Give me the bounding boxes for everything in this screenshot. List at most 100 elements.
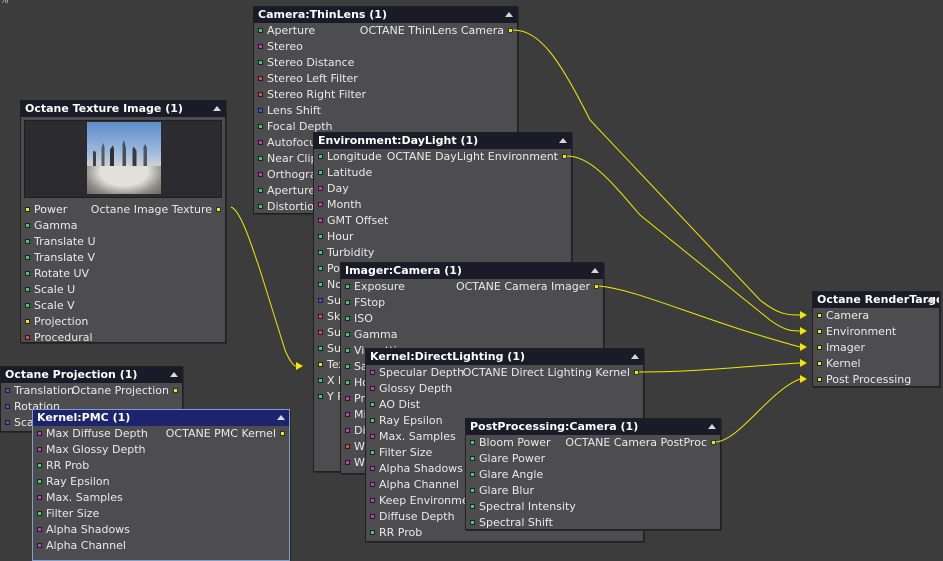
node-input-row[interactable]: Glare Power — [466, 451, 720, 467]
input-port-icon[interactable] — [318, 202, 323, 207]
node-input-row[interactable]: Imager — [813, 340, 939, 356]
input-port-icon[interactable] — [258, 108, 263, 113]
input-port-icon[interactable] — [817, 361, 822, 366]
node-input-row[interactable]: Stereo Right Filter — [254, 87, 517, 103]
node-input-row[interactable]: Environment — [813, 324, 939, 340]
input-port-icon[interactable] — [258, 172, 263, 177]
input-port-icon[interactable] — [25, 223, 30, 228]
input-port-icon[interactable] — [318, 170, 323, 175]
input-port-icon[interactable] — [318, 378, 323, 383]
input-port-icon[interactable] — [370, 434, 375, 439]
input-port-icon[interactable] — [817, 329, 822, 334]
node-title[interactable]: Kernel:PMC (1) — [33, 410, 289, 426]
input-port-icon[interactable] — [318, 282, 323, 287]
input-port-icon[interactable] — [258, 44, 263, 49]
node-input-row[interactable]: Stereo Left Filter — [254, 71, 517, 87]
input-port-icon[interactable] — [345, 348, 350, 353]
input-port-icon[interactable] — [370, 418, 375, 423]
node-input-row[interactable]: Projection — [21, 314, 225, 330]
input-port-icon[interactable] — [318, 154, 323, 159]
node-input-row[interactable]: GMT Offset — [314, 213, 571, 229]
node-input-row[interactable]: Glossy Depth — [366, 381, 643, 397]
input-port-icon[interactable] — [258, 204, 263, 209]
node-input-row[interactable]: Translate V — [21, 250, 225, 266]
input-port-icon[interactable] — [258, 140, 263, 145]
node-input-row[interactable]: Translation Octane Projection — [1, 383, 182, 399]
node-input-row[interactable]: Gamma — [341, 327, 603, 343]
node-input-row[interactable]: Spectral Intensity — [466, 499, 720, 515]
input-port-icon[interactable] — [37, 543, 42, 548]
input-port-icon[interactable] — [258, 124, 263, 129]
collapse-icon[interactable] — [559, 138, 567, 143]
node-title[interactable]: PostProcessing:Camera (1) — [466, 419, 720, 435]
output-port-icon[interactable] — [562, 154, 567, 159]
node-title[interactable]: Camera:ThinLens (1) — [254, 7, 517, 23]
input-port-icon[interactable] — [25, 319, 30, 324]
node-input-row[interactable]: Power Octane Image Texture — [21, 202, 225, 218]
input-port-icon[interactable] — [345, 332, 350, 337]
input-port-icon[interactable] — [318, 394, 323, 399]
node-title[interactable]: Octane Texture Image (1) — [21, 101, 225, 117]
input-port-icon[interactable] — [37, 511, 42, 516]
input-port-icon[interactable] — [370, 370, 375, 375]
node-input-row[interactable]: FStop — [341, 295, 603, 311]
node-input-row[interactable]: Aperture OCTANE ThinLens Camera — [254, 23, 517, 39]
input-port-icon[interactable] — [37, 447, 42, 452]
input-port-icon[interactable] — [318, 266, 323, 271]
node-input-row[interactable]: Scale V — [21, 298, 225, 314]
node-input-row[interactable]: Glare Blur — [466, 483, 720, 499]
input-port-icon[interactable] — [25, 335, 30, 340]
input-port-icon[interactable] — [25, 271, 30, 276]
output-port-icon[interactable] — [594, 284, 599, 289]
input-port-icon[interactable] — [5, 404, 10, 409]
node-input-row[interactable]: Turbidity — [314, 245, 571, 261]
node-render-target[interactable]: Octane RenderTarget Camera Environment Ima… — [812, 291, 940, 387]
input-port-icon[interactable] — [37, 495, 42, 500]
input-port-icon[interactable] — [370, 498, 375, 503]
input-port-icon[interactable] — [817, 345, 822, 350]
input-port-icon[interactable] — [470, 472, 475, 477]
input-port-icon[interactable] — [5, 420, 10, 425]
collapse-icon[interactable] — [277, 415, 285, 420]
input-port-icon[interactable] — [318, 298, 323, 303]
input-port-icon[interactable] — [470, 440, 475, 445]
input-port-icon[interactable] — [370, 530, 375, 535]
input-port-icon[interactable] — [318, 186, 323, 191]
collapse-icon[interactable] — [927, 297, 935, 302]
node-input-row[interactable]: Stereo Distance — [254, 55, 517, 71]
input-port-icon[interactable] — [37, 479, 42, 484]
input-port-icon[interactable] — [258, 156, 263, 161]
node-input-row[interactable]: Rotate UV — [21, 266, 225, 282]
input-port-icon[interactable] — [370, 482, 375, 487]
input-port-icon[interactable] — [318, 250, 323, 255]
node-input-row[interactable]: Stereo — [254, 39, 517, 55]
input-port-icon[interactable] — [258, 28, 263, 33]
input-port-icon[interactable] — [345, 380, 350, 385]
node-input-row[interactable]: Gamma — [21, 218, 225, 234]
node-input-row[interactable]: Filter Size — [33, 506, 289, 522]
node-input-row[interactable]: ISO — [341, 311, 603, 327]
input-port-icon[interactable] — [258, 188, 263, 193]
input-port-icon[interactable] — [345, 444, 350, 449]
output-port-icon[interactable] — [508, 28, 513, 33]
node-input-row[interactable]: AO Dist — [366, 397, 643, 413]
collapse-icon[interactable] — [170, 372, 178, 377]
collapse-icon[interactable] — [505, 12, 513, 17]
node-input-row[interactable]: Specular Depth OCTANE Direct Lighting Ker… — [366, 365, 643, 381]
collapse-icon[interactable] — [631, 354, 639, 359]
input-port-icon[interactable] — [258, 76, 263, 81]
input-port-icon[interactable] — [25, 255, 30, 260]
input-port-icon[interactable] — [370, 386, 375, 391]
input-port-icon[interactable] — [25, 207, 30, 212]
output-port-icon[interactable] — [711, 440, 716, 445]
input-port-icon[interactable] — [345, 284, 350, 289]
input-port-icon[interactable] — [25, 287, 30, 292]
input-port-icon[interactable] — [318, 314, 323, 319]
node-input-row[interactable]: Kernel — [813, 356, 939, 372]
output-port-icon[interactable] — [280, 431, 285, 436]
input-port-icon[interactable] — [37, 463, 42, 468]
input-port-icon[interactable] — [470, 456, 475, 461]
node-postprocessing-camera[interactable]: PostProcessing:Camera (1) Bloom Power OCT… — [465, 418, 721, 530]
input-port-icon[interactable] — [25, 303, 30, 308]
input-port-icon[interactable] — [345, 396, 350, 401]
